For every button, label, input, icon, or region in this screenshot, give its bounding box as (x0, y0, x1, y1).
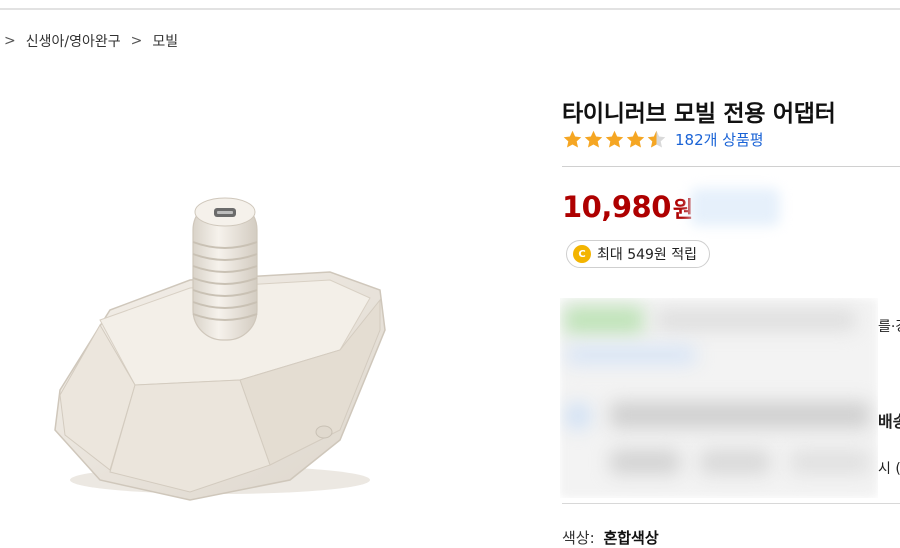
product-rating[interactable]: 182개 상품평 (562, 129, 764, 150)
top-divider (0, 8, 900, 10)
breadcrumb-item-category[interactable]: 신생아/영아완구 (26, 31, 121, 51)
delivery-fragment-1: 를·강 (878, 319, 900, 335)
star-full-icon (605, 130, 624, 148)
delivery-fragment-2: 배송 (878, 412, 900, 431)
star-full-icon (563, 130, 582, 148)
product-title: 타이니러브 모빌 전용 어댑터 (562, 101, 836, 127)
option-key: 색상: (562, 529, 595, 547)
price-amount: 10,980 (562, 190, 671, 224)
blurred-badge (690, 188, 780, 226)
blurred-delivery-panel (560, 298, 878, 498)
star-full-icon (584, 130, 603, 148)
breadcrumb-separator: > (4, 33, 16, 49)
breadcrumb-item-mobile[interactable]: 모빌 (152, 31, 178, 51)
color-option-label: 색상: 혼합색상 (562, 527, 659, 548)
options-divider (562, 503, 900, 504)
coin-icon: C (573, 245, 591, 263)
star-full-icon (626, 130, 645, 148)
reward-text: 최대 549원 적립 (597, 247, 698, 263)
reward-badge: C 최대 549원 적립 (566, 240, 711, 268)
adapter-illustration (54, 197, 386, 501)
product-price: 10,980 원 (562, 190, 693, 224)
review-count-link[interactable]: 182개 상품평 (675, 129, 764, 150)
product-image[interactable] (40, 180, 400, 510)
rating-stars (562, 129, 667, 150)
breadcrumb: > 신생아/영아완구 > 모빌 (4, 31, 178, 51)
star-half-icon (647, 130, 666, 148)
breadcrumb-separator: > (130, 33, 143, 49)
title-divider (562, 166, 900, 167)
delivery-fragment-3: 시 ( (878, 461, 900, 477)
option-value: 혼합색상 (603, 529, 659, 547)
